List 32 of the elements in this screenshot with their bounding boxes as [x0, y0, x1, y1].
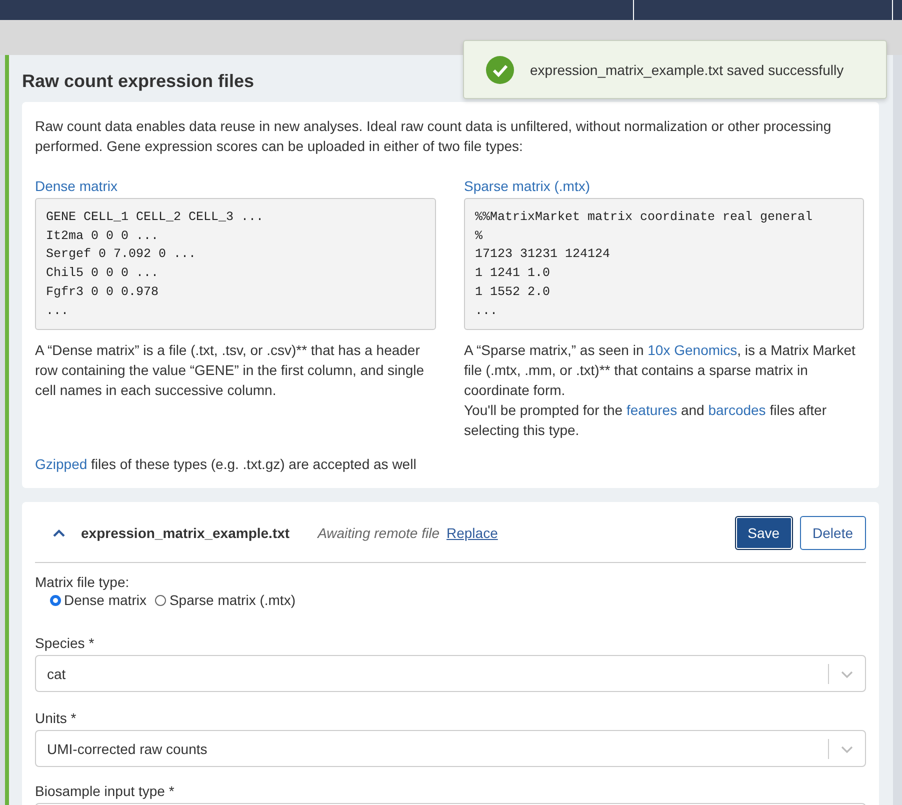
code-sample: GENE CELL_1 CELL_2 CELL_3 ... It2ma 0 0 0 ... Sergef 0 7.092 0 ... Chil5 0 0 0 ... Fgfr3 0 0 0.978 ...	[35, 198, 436, 330]
text-link[interactable]: barcodes	[708, 402, 766, 418]
select-field[interactable]: cat	[35, 655, 866, 692]
section-title: Raw count expression files	[22, 71, 254, 93]
radio-option[interactable]: Sparse matrix (.mtx)	[155, 592, 296, 608]
format-title: Dense matrix	[35, 177, 118, 196]
format-description: A “Sparse matrix,” as seen in 10x Genomics, is a Matrix Market file (.mtx, .mm, or .txt)** that contains a sparse matrix in coordinate form.	[464, 341, 856, 400]
code-sample: %%MatrixMarket matrix coordinate real general % 17123 31231 124124 1 1241 1.0 1 1552 2.0 ...	[464, 198, 864, 330]
field-label: Matrix file type:	[35, 573, 130, 592]
radio-option[interactable]: Dense matrix	[50, 592, 146, 608]
select-field[interactable]: UMI-corrected raw counts	[35, 730, 866, 767]
field-label: Species *	[35, 634, 96, 653]
file-status: Awaiting remote file	[318, 524, 440, 540]
delete-button[interactable]: Delete	[800, 516, 866, 550]
field-label: Units *	[35, 709, 78, 728]
toast-message: expression_matrix_example.txt saved successfully	[530, 62, 844, 78]
text-link[interactable]: features	[626, 402, 678, 418]
file-name: expression_matrix_example.txt	[81, 524, 290, 540]
format-title: Sparse matrix (.mtx)	[464, 177, 592, 196]
intro-text: Raw count data enables data reuse in new analyses. Ideal raw count data is unfiltered, without normalization or other processing performed. Gene expression scores can be uploaded in either of two file types:	[35, 117, 832, 156]
chevron-up-icon[interactable]	[53, 528, 65, 536]
check-circle-icon	[486, 56, 514, 84]
format-description: You'll be prompted for the features and barcodes files after selecting this type.	[464, 401, 828, 440]
format-description: A “Dense matrix” is a file (.txt, .tsv, or .csv)** that has a header row containing the value “GENE” in the first column, and single cell names in each successive column.	[35, 341, 426, 400]
text-link[interactable]: Gzipped	[35, 456, 88, 472]
note-text: Gzipped files of these types (e.g. .txt.gz) are accepted as well	[35, 455, 418, 474]
text-link[interactable]: 10x Genomics	[648, 342, 738, 358]
replace-link[interactable]: Replace	[446, 524, 498, 540]
field-label: Biosample input type *	[35, 782, 176, 801]
save-button[interactable]: Save	[734, 516, 793, 550]
radio-button[interactable]	[50, 594, 61, 606]
radio-button[interactable]	[155, 594, 166, 606]
